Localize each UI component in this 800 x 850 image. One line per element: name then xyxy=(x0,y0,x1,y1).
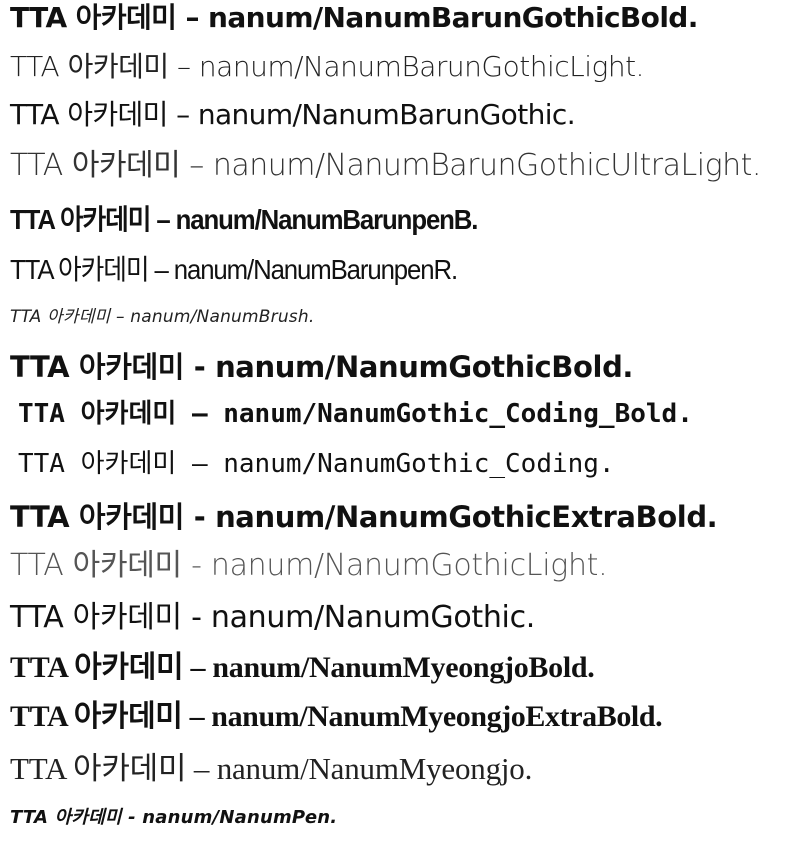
font-sample-nanum-myeongjo: TTA 아카데미 – nanum/NanumMyeongjo. xyxy=(10,751,533,786)
font-sample-nanum-gothic-light: TTA 아카데미 - nanum/NanumGothicLight. xyxy=(10,548,608,583)
font-sample-nanum-barun-gothic-bold: TTA 아카데미 – nanum/NanumBarunGothicBold. xyxy=(10,1,698,34)
font-sample-nanum-barun-gothic-light: TTA 아카데미 – nanum/NanumBarunGothicLight. xyxy=(10,50,644,83)
font-sample-nanum-barunpen-b: TTA 아카데미 – nanum/NanumBarunpenB. xyxy=(10,204,478,235)
font-sample-nanum-gothic-bold: TTA 아카데미 - nanum/NanumGothicBold. xyxy=(10,350,634,384)
font-sample-nanum-pen: TTA 아카데미 - nanum/NanumPen. xyxy=(10,807,338,828)
font-sample-nanum-barun-gothic-ultralight: TTA 아카데미 – nanum/NanumBarunGothicUltraLi… xyxy=(10,148,761,183)
font-sample-nanum-barunpen-r: TTA 아카데미 – nanum/NanumBarunpenR. xyxy=(10,254,458,285)
font-sample-nanum-barun-gothic: TTA 아카데미 – nanum/NanumBarunGothic. xyxy=(10,98,576,131)
font-sample-nanum-myeongjo-extrabold: TTA 아카데미 – nanum/NanumMyeongjoExtraBold. xyxy=(10,700,663,733)
font-sample-nanum-gothic-extrabold: TTA 아카데미 - nanum/NanumGothicExtraBold. xyxy=(10,500,718,534)
font-sample-nanum-myeongjo-bold: TTA 아카데미 – nanum/NanumMyeongjoBold. xyxy=(10,651,595,684)
font-sample-nanum-gothic: TTA 아카데미 - nanum/NanumGothic. xyxy=(10,600,536,635)
font-sample-nanum-gothic-coding-bold: TTA 아카데미 – nanum/NanumGothic_Coding_Bold… xyxy=(18,399,693,429)
font-sample-nanum-brush: TTA 아카데미 – nanum/NanumBrush. xyxy=(10,307,315,327)
font-sample-nanum-gothic-coding: TTA 아카데미 – nanum/NanumGothic_Coding. xyxy=(18,449,615,479)
